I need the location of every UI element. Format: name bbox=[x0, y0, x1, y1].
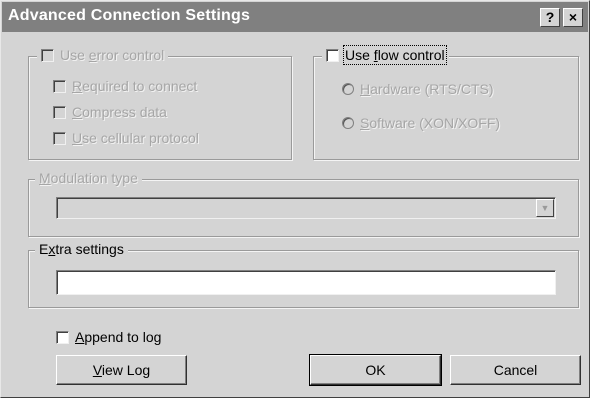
advanced-connection-settings-dialog: Advanced Connection Settings ? × Use err… bbox=[0, 0, 590, 398]
checkbox-icon bbox=[41, 48, 54, 62]
required-to-connect-checkbox[interactable]: Required to connect bbox=[53, 78, 197, 94]
checkbox-icon bbox=[53, 79, 66, 93]
hardware-rts-cts-label: Hardware (RTS/CTS) bbox=[360, 81, 494, 97]
modulation-type-label: Modulation type bbox=[35, 170, 142, 186]
close-button[interactable]: × bbox=[563, 8, 583, 27]
use-cellular-protocol-label: Use cellular protocol bbox=[72, 130, 199, 146]
view-log-label: View Log bbox=[92, 362, 151, 378]
append-to-log-label: Append to log bbox=[75, 329, 162, 345]
checkbox-icon bbox=[56, 330, 69, 344]
use-flow-control-label: Use flow control bbox=[343, 45, 447, 65]
ok-button[interactable]: OK bbox=[309, 354, 442, 386]
flow-control-group: Use flow control Hardware (RTS/CTS) Soft… bbox=[313, 45, 579, 160]
software-xon-xoff-label: Software (XON/XOFF) bbox=[360, 115, 501, 131]
modulation-type-group: Modulation type ▼ bbox=[28, 170, 579, 237]
hardware-rts-cts-radio[interactable]: Hardware (RTS/CTS) bbox=[342, 81, 494, 97]
compress-data-label: Compress data bbox=[72, 104, 167, 120]
append-to-log-checkbox[interactable]: Append to log bbox=[56, 329, 161, 345]
view-log-button[interactable]: View Log bbox=[56, 355, 187, 385]
extra-settings-input[interactable] bbox=[56, 270, 556, 295]
title-bar[interactable]: Advanced Connection Settings ? × bbox=[2, 2, 588, 32]
error-control-group: Use error control Required to connect Co… bbox=[28, 47, 292, 160]
checkbox-icon bbox=[53, 105, 66, 119]
checkbox-icon bbox=[53, 131, 66, 145]
compress-data-checkbox[interactable]: Compress data bbox=[53, 104, 167, 120]
dialog-title: Advanced Connection Settings bbox=[8, 7, 251, 24]
radio-icon bbox=[342, 83, 354, 95]
software-xon-xoff-radio[interactable]: Software (XON/XOFF) bbox=[342, 115, 500, 131]
use-error-control-checkbox[interactable]: Use error control bbox=[37, 47, 169, 63]
chevron-down-icon[interactable]: ▼ bbox=[536, 199, 554, 217]
checkbox-icon bbox=[326, 48, 339, 62]
radio-icon bbox=[342, 117, 354, 129]
modulation-type-dropdown[interactable]: ▼ bbox=[56, 197, 556, 219]
cancel-button[interactable]: Cancel bbox=[450, 355, 581, 385]
use-error-control-label: Use error control bbox=[60, 47, 165, 63]
required-to-connect-label: Required to connect bbox=[72, 78, 198, 94]
extra-settings-group: Extra settings bbox=[28, 241, 579, 308]
help-button[interactable]: ? bbox=[540, 8, 560, 27]
extra-settings-label: Extra settings bbox=[35, 241, 128, 257]
use-cellular-protocol-checkbox[interactable]: Use cellular protocol bbox=[53, 130, 199, 146]
use-flow-control-checkbox[interactable]: Use flow control bbox=[322, 45, 449, 65]
